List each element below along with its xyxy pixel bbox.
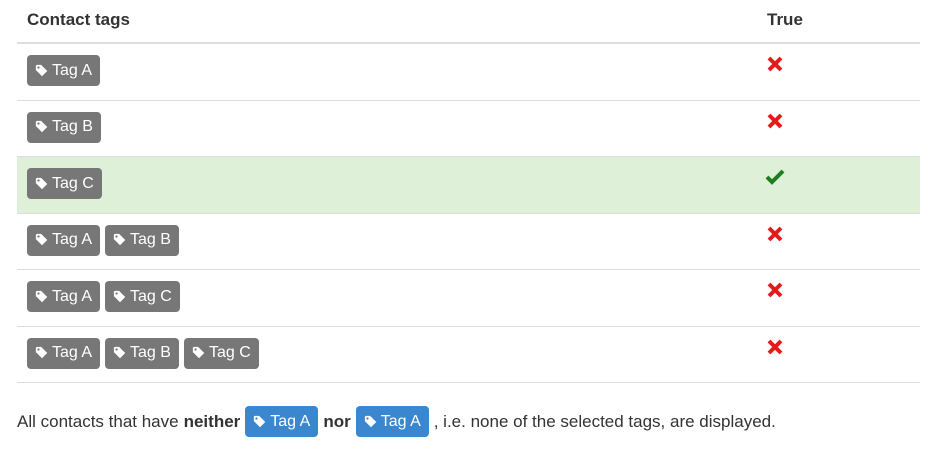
tag-label: Tag A	[52, 287, 93, 305]
note-prefix: All contacts that have	[17, 411, 179, 431]
table-body: Tag A Tag B Tag C Tag A Tag B Tag A Tag C Tag A…	[17, 44, 920, 383]
note-neither: neither	[183, 411, 241, 431]
row-tags: Tag B	[27, 111, 101, 143]
tag-badge: Tag A	[355, 406, 429, 437]
tag-badge: Tag A	[27, 224, 101, 256]
tag-icon	[364, 415, 376, 427]
tag-badge: Tag A	[27, 281, 101, 312]
tag-label: Tag C	[52, 174, 94, 192]
tag-label: Tag B	[52, 118, 93, 135]
tag-badge: Tag C	[105, 281, 180, 312]
tag-icon	[35, 233, 48, 246]
contact-tags-table: Contact tags True Tag A Tag B Tag C Tag A Ta…	[17, 0, 920, 383]
table-row: Tag A	[17, 44, 920, 101]
table-row: Tag A Tag B Tag C	[17, 327, 920, 383]
tag-label: Tag B	[130, 344, 171, 361]
tag-badge: Tag A	[27, 337, 101, 369]
row-tags: Tag A Tag B Tag C	[27, 337, 259, 369]
table-header: Contact tags True	[17, 0, 920, 44]
tag-badge: Tag C	[27, 168, 102, 199]
cross-icon	[767, 56, 783, 72]
table-row: Tag A Tag B	[17, 214, 920, 270]
check-icon	[765, 169, 785, 185]
tag-icon	[35, 64, 48, 76]
cross-icon	[767, 113, 783, 128]
tag-icon	[113, 233, 126, 246]
note-nor: nor	[323, 411, 351, 431]
explanation-text: All contacts that have neither Tag A nor…	[17, 406, 776, 437]
tag-label: Tag C	[208, 344, 251, 361]
tag-icon	[113, 290, 126, 302]
row-tags: Tag A Tag C	[27, 281, 180, 312]
tag-badge: Tag C	[183, 337, 259, 369]
tag-badge: Tag B	[105, 337, 179, 369]
header-true: True	[767, 10, 803, 29]
tag-badge: Tag B	[105, 224, 179, 256]
row-tags: Tag A	[27, 55, 101, 86]
note-suffix: , i.e. none of the selected tags, are di…	[433, 411, 776, 431]
cross-icon	[767, 226, 783, 241]
tag-badge: Tag A	[27, 55, 101, 86]
tag-icon	[35, 120, 48, 133]
tag-label: Tag A	[52, 344, 93, 361]
table-row: Tag C	[17, 157, 920, 214]
tag-label: Tag B	[130, 231, 171, 248]
tag-label: Tag A	[270, 412, 311, 430]
cross-icon	[767, 282, 783, 298]
table-row: Tag B	[17, 101, 920, 157]
tag-label: Tag A	[52, 231, 93, 248]
tag-label: Tag A	[52, 61, 93, 79]
tag-label: Tag A	[380, 412, 421, 430]
cross-icon	[767, 339, 783, 354]
row-tags: Tag A Tag B	[27, 224, 179, 256]
header-contact-tags: Contact tags	[27, 10, 130, 29]
tag-icon	[35, 346, 48, 359]
tag-icon	[254, 415, 266, 427]
tag-icon	[35, 177, 48, 189]
tag-badge: Tag A	[245, 406, 319, 437]
tag-badge: Tag B	[27, 111, 101, 143]
tag-icon	[35, 290, 48, 302]
tag-icon	[192, 346, 205, 359]
tag-icon	[113, 346, 126, 359]
table-row: Tag A Tag C	[17, 270, 920, 327]
row-tags: Tag C	[27, 168, 102, 199]
tag-label: Tag C	[130, 287, 172, 305]
